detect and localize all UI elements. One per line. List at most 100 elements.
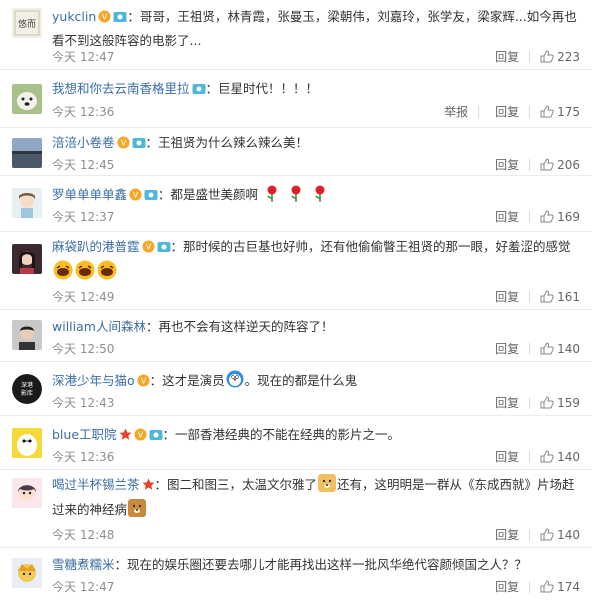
username-link[interactable]: 涪涪小卷卷 <box>52 135 115 150</box>
thumbs-up-icon <box>540 158 554 171</box>
like-button[interactable]: 175 <box>540 105 580 119</box>
comment-text: ：图二和图三，太温文尔雅了 <box>154 477 318 492</box>
username-link[interactable]: 喝过半杯锡兰茶 <box>52 477 140 492</box>
like-button[interactable]: 140 <box>540 450 580 464</box>
comment-row: 罗单单单单鑫 V ：都是盛世美颜啊 今天 12:37 回复 169 <box>0 176 592 232</box>
like-count: 206 <box>557 157 580 172</box>
comment-actions: 回复 174 <box>479 578 580 595</box>
reply-button[interactable]: 回复 <box>495 48 519 65</box>
thumbs-up-icon <box>540 396 554 409</box>
like-count: 161 <box>557 289 580 304</box>
svg-text:V: V <box>145 243 151 252</box>
vip-badge-icon: V <box>98 8 111 30</box>
comment-text: ：一部香港经典的不能在经典的影片之一。 <box>162 427 401 442</box>
black-logo-avatar[interactable]: 深港 影库 <box>12 374 42 404</box>
vip-badge-icon: V <box>134 426 147 448</box>
username-link[interactable]: blue工职院 <box>52 427 117 442</box>
like-button[interactable]: 174 <box>540 580 580 594</box>
username-link[interactable]: yukclin <box>52 9 96 24</box>
vip-badge-icon: V <box>142 238 155 260</box>
lake-avatar[interactable] <box>12 138 42 168</box>
calligraphy-avatar[interactable]: 悠而 <box>12 8 42 38</box>
dog-avatar[interactable] <box>12 84 42 114</box>
comment-text: ：巨星时代！！！！ <box>205 81 319 96</box>
comment-meta: 今天 12:50 回复 140 <box>52 340 580 358</box>
comment-content: 喝过半杯锡兰茶 ：图二和图三，太温文尔雅了 还有，这明明是一群从《东成西就》片场赶过… <box>52 474 580 524</box>
like-count: 169 <box>557 209 580 224</box>
man-avatar[interactable] <box>12 320 42 350</box>
star-badge-icon <box>142 476 155 498</box>
username-link[interactable]: 罗单单单单鑫 <box>52 187 127 202</box>
rose-icon <box>287 184 305 209</box>
comment-actions: 回复 161 <box>479 288 580 305</box>
comment-list: 悠而 yukclin V ：哥哥，王祖贤，林青霞，张曼玉，梁朝伟，刘嘉玲，张学友，梁… <box>0 0 592 609</box>
like-button[interactable]: 161 <box>540 290 580 304</box>
comment-time: 今天 12:45 <box>52 158 115 172</box>
comment-meta: 今天 12:36 举报 回复 175 <box>52 103 580 121</box>
doraemon-emoji-icon <box>226 370 244 395</box>
comment-meta: 今天 12:49 回复 161 <box>52 288 580 306</box>
comment-actions: 举报 回复 175 <box>428 103 580 120</box>
thumbs-up-icon <box>540 50 554 63</box>
reply-button[interactable]: 回复 <box>495 156 519 173</box>
star-badge-icon <box>119 426 132 448</box>
girl-avatar[interactable] <box>12 188 42 218</box>
comment-text: ：现在的娱乐圈还要去哪儿才能再找出这样一批风华绝代容颜倾国之人？？ <box>114 557 528 572</box>
svg-text:V: V <box>133 191 139 200</box>
comment-actions: 回复 140 <box>479 448 580 465</box>
comment-time: 今天 12:50 <box>52 342 115 356</box>
like-button[interactable]: 223 <box>540 50 580 64</box>
reply-button[interactable]: 回复 <box>495 394 519 411</box>
username-link[interactable]: william人间森林 <box>52 319 146 334</box>
camera-badge-icon <box>132 134 146 156</box>
username-link[interactable]: 深港少年与猫o <box>52 373 135 388</box>
comment-row: 麻袋趴的港普霆 V ：那时候的古巨基也好帅，还有他偷偷瞥王祖贤的那一眼，好羞涩的感觉… <box>0 232 592 310</box>
comment-row: 涪涪小卷卷 V ：王祖贤为什么辣么辣么美！ 今天 12:45 回复 206 <box>0 128 592 176</box>
reply-button[interactable]: 回复 <box>495 340 519 357</box>
username-link[interactable]: 我想和你去云南香格里拉 <box>52 81 190 96</box>
divider <box>529 450 531 463</box>
rose-icon <box>311 184 329 209</box>
comment-row: 雪糖煮糯米：现在的娱乐圈还要去哪儿才能再找出这样一批风华绝代容颜倾国之人？？ 今… <box>0 548 592 609</box>
reply-button[interactable]: 回复 <box>495 578 519 595</box>
comment-content: 麻袋趴的港普霆 V ：那时候的古巨基也好帅，还有他偷偷瞥王祖贤的那一眼，好羞涩的感觉 <box>52 236 580 287</box>
comment-meta: 今天 12:47 回复 174 <box>52 578 580 596</box>
like-button[interactable]: 140 <box>540 528 580 542</box>
anime-avatar[interactable] <box>12 478 42 508</box>
comment-actions: 回复 159 <box>479 394 580 411</box>
comment-meta: 今天 12:43 回复 159 <box>52 394 580 412</box>
rose-icon <box>263 184 281 209</box>
comment-time: 今天 12:36 <box>52 450 115 464</box>
woman-avatar[interactable] <box>12 244 42 274</box>
like-button[interactable]: 159 <box>540 396 580 410</box>
reply-button[interactable]: 回复 <box>495 448 519 465</box>
divider <box>529 158 531 171</box>
like-button[interactable]: 206 <box>540 158 580 172</box>
cartoon-avatar[interactable] <box>12 558 42 588</box>
reply-button[interactable]: 回复 <box>495 208 519 225</box>
camera-badge-icon <box>144 186 158 208</box>
like-button[interactable]: 140 <box>540 342 580 356</box>
reply-button[interactable]: 回复 <box>495 288 519 305</box>
baymax-avatar[interactable] <box>12 428 42 458</box>
comment-meta: 今天 12:37 回复 169 <box>52 208 580 226</box>
svg-text:影库: 影库 <box>21 389 33 397</box>
svg-text:V: V <box>120 139 126 148</box>
comment-row: william人间森林：再也不会有这样逆天的阵容了！ 今天 12:50 回复 1… <box>0 310 592 362</box>
username-link[interactable]: 雪糖煮糯米 <box>52 557 115 572</box>
vip-badge-icon: V <box>129 186 142 208</box>
reply-button[interactable]: 回复 <box>495 103 519 120</box>
like-button[interactable]: 169 <box>540 210 580 224</box>
camera-badge-icon <box>113 8 127 30</box>
comment-content: yukclin V ：哥哥，王祖贤，林青霞，张曼玉，梁朝伟，刘嘉玲，张学友，梁家辉.… <box>52 6 580 52</box>
username-link[interactable]: 麻袋趴的港普霆 <box>52 239 140 254</box>
thumbs-up-icon <box>540 580 554 593</box>
comment-row: blue工职院 V ：一部香港经典的不能在经典的影片之一。 今天 12:36 回复 … <box>0 416 592 470</box>
svg-text:悠而: 悠而 <box>18 18 36 30</box>
report-button[interactable]: 举报 <box>444 103 468 120</box>
like-count: 223 <box>557 49 580 64</box>
comment-content: 我想和你去云南香格里拉 ：巨星时代！！！！ <box>52 78 580 102</box>
like-count: 159 <box>557 395 580 410</box>
reply-button[interactable]: 回复 <box>495 526 519 543</box>
camera-badge-icon <box>157 238 171 260</box>
